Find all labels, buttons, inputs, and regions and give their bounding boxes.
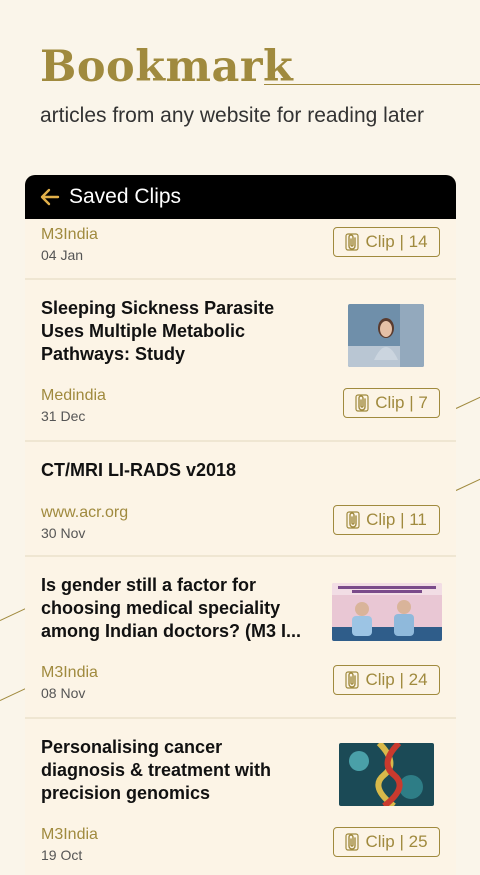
decorative-line: [0, 607, 28, 621]
hero-subtitle: articles from any website for reading la…: [40, 104, 424, 127]
clip-source: M3India: [41, 226, 98, 243]
clip-date: 04 Jan: [41, 247, 84, 263]
clip-source: M3India: [41, 826, 98, 843]
list-item[interactable]: CT/MRI LI-RADS v2018 www.acr.org 30 Nov …: [25, 440, 456, 555]
clip-title: Is gender still a factor for choosing me…: [41, 575, 302, 641]
article-thumbnail: [348, 304, 424, 367]
paperclip-icon: [345, 233, 360, 251]
clip-count: Clip | 14: [365, 232, 428, 251]
clip-count: Clip | 25: [365, 832, 428, 851]
app-header: Saved Clips: [25, 175, 456, 219]
clip-date: 19 Oct: [41, 847, 83, 863]
decorative-line: [455, 395, 480, 409]
hero-divider: [264, 84, 480, 85]
clip-source: Medindia: [41, 387, 106, 404]
saved-clips-card: Saved Clips M3India 04 Jan Clip | 14 Sle…: [25, 175, 456, 875]
clip-count: Clip | 7: [375, 393, 428, 412]
list-item[interactable]: Personalising cancer diagnosis & treatme…: [25, 717, 456, 875]
hero-title: Bookmark: [40, 42, 294, 92]
clip-button[interactable]: Clip | 24: [333, 665, 440, 695]
clip-date: 30 Nov: [41, 525, 86, 541]
paperclip-icon: [355, 394, 369, 412]
clip-count: Clip | 11: [366, 510, 427, 529]
article-thumbnail: [332, 583, 442, 641]
list-item[interactable]: Sleeping Sickness Parasite Uses Multiple…: [25, 278, 456, 440]
paperclip-icon: [345, 671, 360, 689]
clip-button[interactable]: Clip | 7: [343, 388, 440, 418]
arrow-left-icon[interactable]: [39, 186, 61, 208]
clip-date: 31 Dec: [41, 408, 86, 424]
header-title: Saved Clips: [69, 185, 182, 208]
clip-count: Clip | 24: [365, 670, 428, 689]
clip-button[interactable]: Clip | 14: [333, 227, 440, 257]
decorative-line: [0, 687, 28, 701]
list-item[interactable]: M3India 04 Jan Clip | 14: [25, 219, 456, 278]
clip-date: 08 Nov: [41, 685, 86, 701]
decorative-line: [455, 477, 480, 491]
paperclip-icon: [346, 511, 360, 529]
clip-source: www.acr.org: [41, 504, 129, 521]
clip-title: Personalising cancer diagnosis & treatme…: [41, 737, 272, 803]
article-thumbnail: [339, 743, 434, 806]
clip-button[interactable]: Clip | 11: [333, 505, 440, 535]
list-item[interactable]: Is gender still a factor for choosing me…: [25, 555, 456, 717]
clip-title: Sleeping Sickness Parasite Uses Multiple…: [41, 298, 275, 364]
clip-source: M3India: [41, 664, 98, 681]
paperclip-icon: [345, 833, 360, 851]
clip-title: CT/MRI LI-RADS v2018: [41, 460, 237, 480]
